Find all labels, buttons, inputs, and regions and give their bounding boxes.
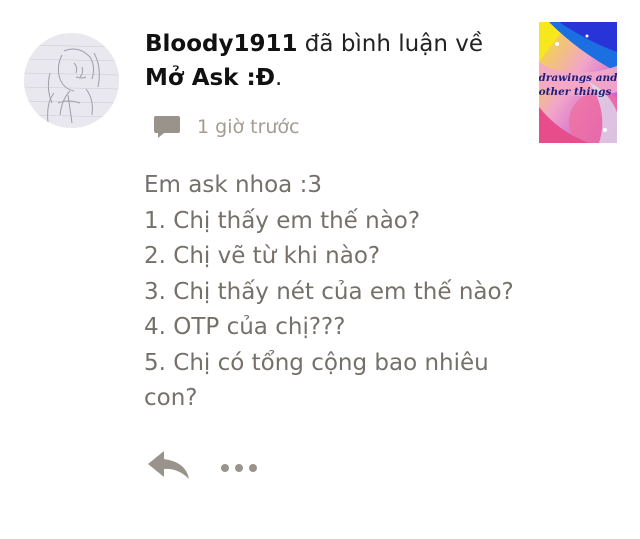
comment-text: Em ask nhoa :3 1. Chị thấy em thế nào? 2… bbox=[144, 168, 524, 417]
timestamp: 1 giờ trước bbox=[197, 116, 300, 138]
reply-arrow-icon[interactable] bbox=[146, 448, 191, 482]
post-thumbnail[interactable]: drawings and other things bbox=[539, 22, 617, 143]
comment-line: 3. Chị thấy nét của em thế nào? bbox=[144, 278, 514, 305]
comment-bubble-icon bbox=[153, 114, 181, 140]
post-title-link[interactable]: Mở Ask :Đ bbox=[145, 65, 275, 91]
comment-actions bbox=[146, 447, 259, 483]
username-link[interactable]: Bloody1911 bbox=[145, 31, 298, 57]
post-title-suffix: . bbox=[274, 65, 283, 91]
notification-headline: Bloody1911 đã bình luận về Mở Ask :Đ. bbox=[145, 27, 515, 95]
comment-line: 2. Chị vẽ từ khi nào? bbox=[144, 243, 381, 269]
thumbnail-line-2: other things bbox=[539, 86, 611, 98]
more-dots-icon[interactable] bbox=[219, 459, 259, 472]
thumbnail-line-1: drawings and bbox=[539, 72, 617, 84]
comment-line: 5. Chị có tổng cộng bao nhiêu bbox=[144, 349, 489, 376]
notification-meta: 1 giờ trước bbox=[153, 112, 300, 142]
comment-line: 1. Chị thấy em thế nào? bbox=[144, 207, 421, 234]
user-avatar[interactable] bbox=[24, 33, 119, 128]
comment-line: Em ask nhoa :3 bbox=[144, 172, 322, 198]
comment-line: con? bbox=[144, 385, 198, 411]
comment-notification[interactable]: Bloody1911 đã bình luận về Mở Ask :Đ. 1 … bbox=[0, 0, 640, 539]
action-text: đã bình luận về bbox=[297, 31, 483, 57]
comment-line: 4. OTP của chị??? bbox=[144, 314, 346, 340]
